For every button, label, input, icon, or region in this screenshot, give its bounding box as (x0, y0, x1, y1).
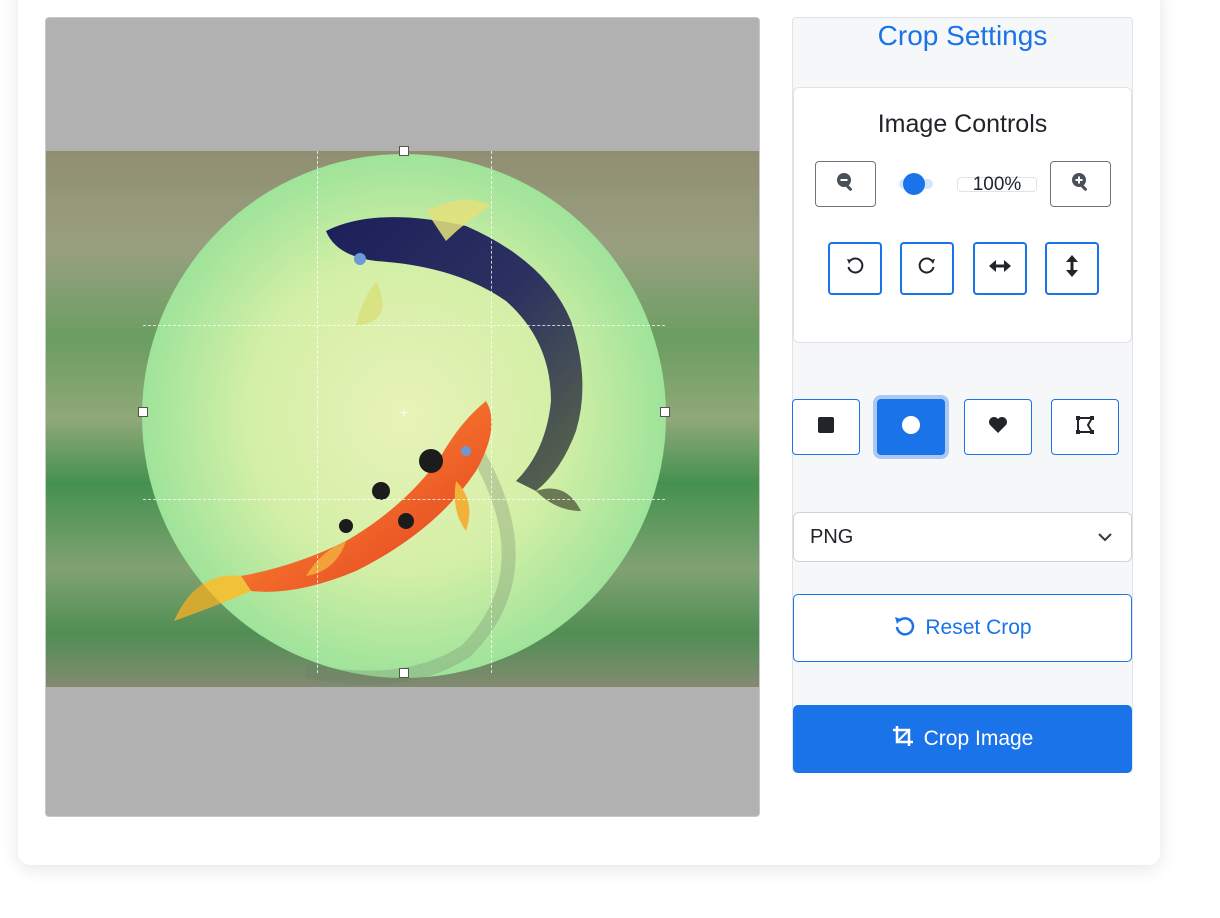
rotate-left-icon (845, 256, 865, 281)
crop-settings-panel: Crop Settings Image Controls 100% PNG Re… (792, 17, 1133, 773)
rotate-right-button[interactable] (900, 242, 954, 295)
circle-icon (901, 415, 921, 440)
format-select[interactable]: PNG (793, 512, 1132, 562)
grid-line (491, 151, 492, 673)
zoom-slider[interactable] (899, 173, 933, 195)
crop-image-button[interactable]: Crop Image (793, 705, 1132, 773)
format-value: PNG (810, 526, 854, 548)
crop-icon (892, 725, 914, 753)
shape-square-button[interactable] (792, 399, 860, 455)
rotate-left-button[interactable] (828, 242, 882, 295)
image-controls: Image Controls 100% (793, 87, 1132, 343)
resize-handle-bottom[interactable] (399, 668, 409, 678)
arrows-vertical-icon (1065, 255, 1079, 282)
crop-canvas[interactable]: + (45, 17, 760, 817)
square-icon (818, 416, 834, 438)
grid-line (143, 325, 665, 326)
shape-custom-button[interactable] (1051, 399, 1119, 455)
zoom-level: 100% (957, 175, 1037, 194)
grid-line (143, 499, 665, 500)
heart-icon (988, 416, 1008, 439)
flip-vertical-button[interactable] (1045, 242, 1099, 295)
image-controls-title: Image Controls (877, 110, 1048, 138)
resize-handle-top[interactable] (399, 146, 409, 156)
reset-crop-label: Reset Crop (925, 616, 1032, 639)
polygon-icon (1075, 415, 1095, 440)
rotate-right-icon (917, 256, 937, 281)
zoom-out-icon (836, 172, 856, 197)
shape-circle-button[interactable] (877, 399, 945, 455)
shape-heart-button[interactable] (964, 399, 1032, 455)
zoom-out-button[interactable] (815, 161, 876, 207)
panel-title: Crop Settings (877, 20, 1048, 51)
resize-handle-left[interactable] (138, 407, 148, 417)
flip-horizontal-button[interactable] (973, 242, 1027, 295)
grid-line (317, 151, 318, 673)
crop-selection[interactable]: + (138, 146, 670, 678)
resize-handle-right[interactable] (660, 407, 670, 417)
arrows-horizontal-icon (989, 259, 1011, 278)
chevron-down-icon (1097, 529, 1113, 550)
undo-icon (893, 614, 915, 642)
zoom-in-button[interactable] (1050, 161, 1111, 207)
zoom-slider-thumb[interactable] (902, 173, 925, 195)
crop-image-label: Crop Image (923, 727, 1034, 750)
zoom-in-icon (1071, 172, 1091, 197)
crop-center-marker: + (399, 404, 409, 420)
reset-crop-button[interactable]: Reset Crop (793, 594, 1132, 662)
